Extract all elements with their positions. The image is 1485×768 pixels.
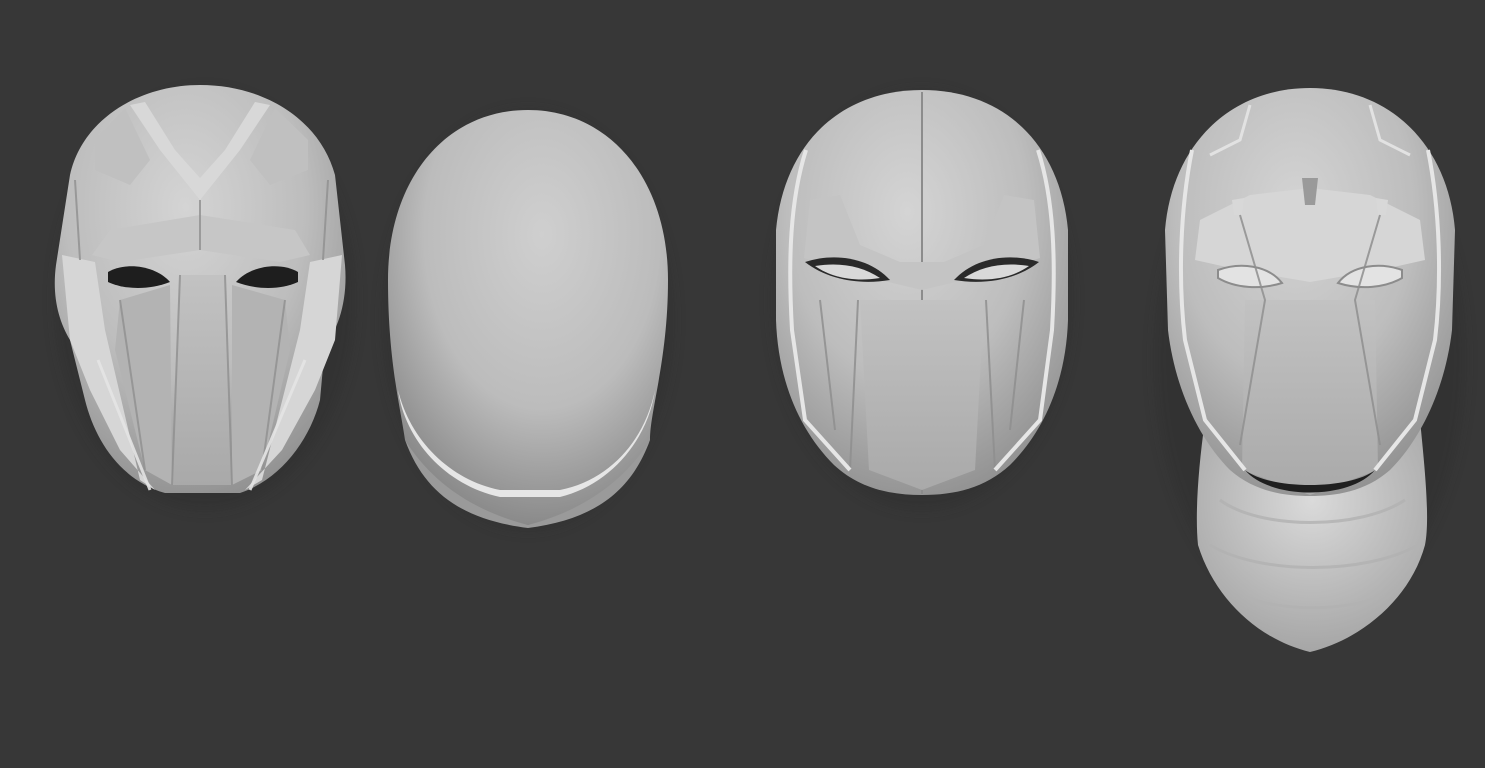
render-canvas [54, 85, 1465, 652]
armored-visor-helmet[interactable] [54, 85, 355, 510]
paneled-center-seam-helmet[interactable] [772, 90, 1072, 510]
helmet-with-neck-cowl[interactable] [1155, 88, 1465, 652]
3d-viewport[interactable] [0, 0, 1485, 768]
blank-hood[interactable] [383, 110, 673, 530]
